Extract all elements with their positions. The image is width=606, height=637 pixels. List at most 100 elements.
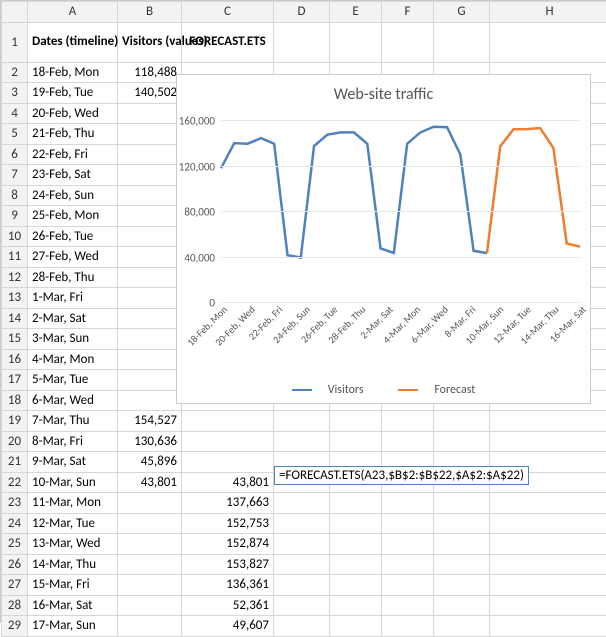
cell-A8[interactable]: 24-Feb, Sun (28, 185, 118, 206)
row-header-20[interactable]: 20 (2, 431, 28, 452)
header-cell-A[interactable]: Dates (timeline) (28, 22, 118, 62)
cell-A11[interactable]: 27-Feb, Wed (28, 247, 118, 268)
cell-E20[interactable] (330, 431, 382, 452)
col-header-G[interactable]: G (434, 2, 490, 23)
cell-A14[interactable]: 2-Mar, Sat (28, 308, 118, 329)
cell-F25[interactable] (382, 534, 434, 555)
cell-H24[interactable] (490, 513, 606, 534)
cell-A2[interactable]: 18-Feb, Mon (28, 62, 118, 83)
cell-D27[interactable] (274, 575, 330, 596)
row-header-13[interactable]: 13 (2, 288, 28, 309)
cell-H20[interactable] (490, 431, 606, 452)
cell-B8[interactable] (118, 185, 182, 206)
cell-D19[interactable] (274, 411, 330, 432)
cell-C21[interactable] (182, 452, 274, 473)
cell-A20[interactable]: 8-Mar, Fri (28, 431, 118, 452)
cell-G27[interactable] (434, 575, 490, 596)
cell-B13[interactable] (118, 288, 182, 309)
header-cell-C[interactable]: FORECAST.ETS (182, 22, 274, 62)
cell-G28[interactable] (434, 595, 490, 616)
cell-B25[interactable] (118, 534, 182, 555)
cell-C28[interactable]: 52,361 (182, 595, 274, 616)
cell-E19[interactable] (330, 411, 382, 432)
cell-A4[interactable]: 20-Feb, Wed (28, 103, 118, 124)
row-header-26[interactable]: 26 (2, 554, 28, 575)
cell-G19[interactable] (434, 411, 490, 432)
cell-D20[interactable] (274, 431, 330, 452)
col-header-F[interactable]: F (382, 2, 434, 23)
cell-F27[interactable] (382, 575, 434, 596)
cell-B9[interactable] (118, 206, 182, 227)
cell-C20[interactable] (182, 431, 274, 452)
row-header-3[interactable]: 3 (2, 83, 28, 104)
cell-C22[interactable]: 43,801 (182, 472, 274, 493)
cell-A29[interactable]: 17-Mar, Sun (28, 616, 118, 637)
cell-B19[interactable]: 154,527 (118, 411, 182, 432)
cell-H23[interactable] (490, 493, 606, 514)
col-header-C[interactable]: C (182, 2, 274, 23)
row-header-16[interactable]: 16 (2, 349, 28, 370)
corner-cell[interactable] (2, 2, 28, 23)
cell-E29[interactable] (330, 616, 382, 637)
cell-F26[interactable] (382, 554, 434, 575)
row-header-12[interactable]: 12 (2, 267, 28, 288)
cell-A15[interactable]: 3-Mar, Sun (28, 329, 118, 350)
row-header-18[interactable]: 18 (2, 390, 28, 411)
row-header-8[interactable]: 8 (2, 185, 28, 206)
cell-B5[interactable] (118, 124, 182, 145)
cell-A23[interactable]: 11-Mar, Mon (28, 493, 118, 514)
row-header-2[interactable]: 2 (2, 62, 28, 83)
cell-G24[interactable] (434, 513, 490, 534)
cell-B21[interactable]: 45,896 (118, 452, 182, 473)
cell-B3[interactable]: 140,502 (118, 83, 182, 104)
col-header-B[interactable]: B (118, 2, 182, 23)
cell-E28[interactable] (330, 595, 382, 616)
row-header-25[interactable]: 25 (2, 534, 28, 555)
cell-D29[interactable] (274, 616, 330, 637)
cell-B20[interactable]: 130,636 (118, 431, 182, 452)
cell-G26[interactable] (434, 554, 490, 575)
cell-A6[interactable]: 22-Feb, Fri (28, 144, 118, 165)
col-header-E[interactable]: E (330, 2, 382, 23)
row-header-4[interactable]: 4 (2, 103, 28, 124)
col-header-D[interactable]: D (274, 2, 330, 23)
row-header-14[interactable]: 14 (2, 308, 28, 329)
row-header-21[interactable]: 21 (2, 452, 28, 473)
cell-B2[interactable]: 118,488 (118, 62, 182, 83)
cell-B14[interactable] (118, 308, 182, 329)
cell-A16[interactable]: 4-Mar, Mon (28, 349, 118, 370)
row-header-27[interactable]: 27 (2, 575, 28, 596)
cell-E23[interactable] (330, 493, 382, 514)
cell-1-H[interactable] (490, 22, 606, 62)
cell-1-E[interactable] (330, 22, 382, 62)
row-header-22[interactable]: 22 (2, 472, 28, 493)
chart-web-traffic[interactable]: Web-site traffic 040,00080,000120,000160… (176, 74, 591, 404)
cell-A28[interactable]: 16-Mar, Sat (28, 595, 118, 616)
cell-D25[interactable] (274, 534, 330, 555)
cell-E27[interactable] (330, 575, 382, 596)
cell-B11[interactable] (118, 247, 182, 268)
row-header-28[interactable]: 28 (2, 595, 28, 616)
cell-A19[interactable]: 7-Mar, Thu (28, 411, 118, 432)
cell-A7[interactable]: 23-Feb, Sat (28, 165, 118, 186)
cell-B10[interactable] (118, 226, 182, 247)
cell-A18[interactable]: 6-Mar, Wed (28, 390, 118, 411)
cell-F20[interactable] (382, 431, 434, 452)
row-header-29[interactable]: 29 (2, 616, 28, 637)
cell-B16[interactable] (118, 349, 182, 370)
cell-A9[interactable]: 25-Feb, Mon (28, 206, 118, 227)
cell-B18[interactable] (118, 390, 182, 411)
row-header-7[interactable]: 7 (2, 165, 28, 186)
cell-B6[interactable] (118, 144, 182, 165)
cell-C27[interactable]: 136,361 (182, 575, 274, 596)
cell-E24[interactable] (330, 513, 382, 534)
cell-H27[interactable] (490, 575, 606, 596)
cell-G20[interactable] (434, 431, 490, 452)
cell-B23[interactable] (118, 493, 182, 514)
cell-H19[interactable] (490, 411, 606, 432)
cell-A12[interactable]: 28-Feb, Thu (28, 267, 118, 288)
cell-B29[interactable] (118, 616, 182, 637)
row-header-23[interactable]: 23 (2, 493, 28, 514)
cell-F28[interactable] (382, 595, 434, 616)
cell-A3[interactable]: 19-Feb, Tue (28, 83, 118, 104)
